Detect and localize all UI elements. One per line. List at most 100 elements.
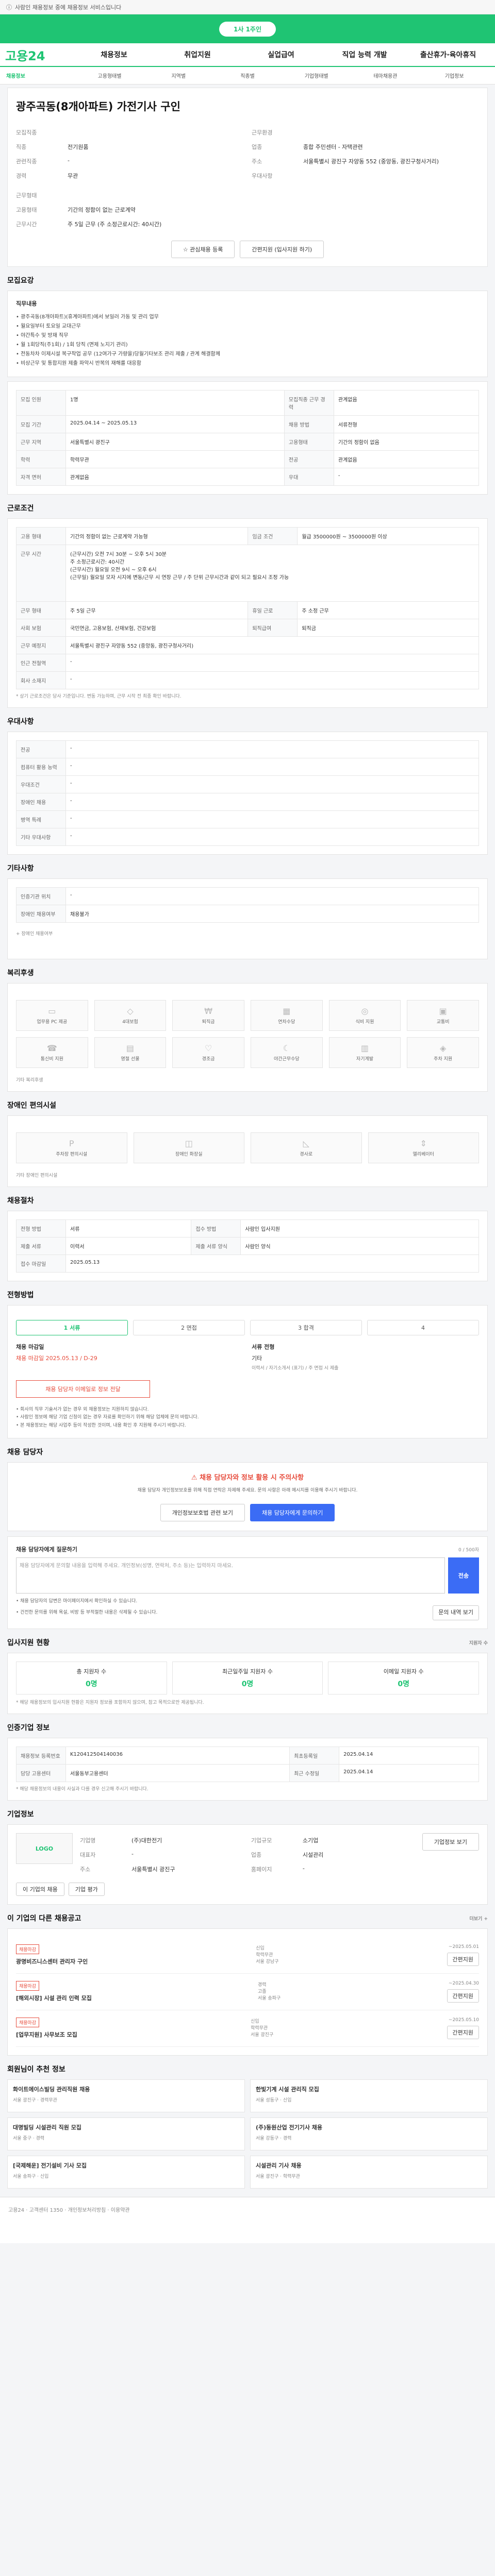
benefit-item: ▣ 교통비 (407, 1000, 479, 1031)
etc-label: 인증기관 위치 (16, 887, 66, 905)
etc-table: 인증기관 위치 - 장애인 채용여부 채용불가 (16, 887, 479, 923)
recommend-item[interactable]: 화이트에이스빌딩 관리직원 채용 서울 광진구 · 경력무관 (7, 2079, 245, 2113)
company-rep-label: 대표자 (80, 1852, 96, 1859)
cert-label: 담당 고용센터 (16, 1764, 66, 1783)
apply-button[interactable]: 간편지원 (입사지원 하기) (240, 241, 324, 258)
work-label: 근무 예정지 (16, 636, 66, 654)
status-value: 0명 (398, 1680, 409, 1689)
benefit-item: ◈ 주차 지원 (407, 1037, 479, 1068)
detail-section-title: 모집요강 (7, 277, 34, 285)
cert-card: 채용정보 등록번호 K120412504140036 최초등록일 2025.04.14… (7, 1738, 488, 1801)
recommend-title-text: (주)동원산업 전기기사 채용 (256, 2124, 323, 2131)
benefit-section-title: 복리후생 (7, 969, 34, 977)
status-value: 0명 (86, 1680, 97, 1689)
company-home-label: 홈페이지 (251, 1866, 272, 1873)
banner-pill[interactable]: 1사 1주인 (219, 21, 276, 37)
recommend-item[interactable]: 시설관리 기사 채용 서울 광진구 · 학력무관 (250, 2156, 488, 2189)
job-item-title[interactable]: [업무지원] 사무보조 모집 (16, 2030, 77, 2039)
work-hours-detail: (근무시간) 오전 7시 30분 ~ 오후 5시 30분 주 소정근로시간: 4… (65, 545, 479, 602)
sub-nav: 채용정보 고용형태별 지역별 직종별 기업형태별 테마채용관 기업정보 (0, 67, 495, 84)
work-hours-value: 주 5일 근무 (주 소정근로시간: 40시간) (68, 221, 162, 228)
history-button[interactable]: 문의 내역 보기 (433, 1605, 479, 1621)
cert-label: 최초등록일 (289, 1747, 340, 1765)
subnav-company-info[interactable]: 기업정보 (420, 72, 489, 79)
privacy-button[interactable]: 개인정보보호법 관련 보기 (160, 1504, 245, 1522)
benefit-label: 주차 지원 (434, 1057, 453, 1062)
ask-title: 채용 담당자에게 질문하기 (16, 1546, 77, 1553)
gnb-item-leave[interactable]: 출산휴가·육아휴직 (406, 49, 490, 60)
subnav-type[interactable]: 고용형태별 (75, 72, 144, 79)
job-meta: 고졸 (258, 1989, 267, 1995)
job-apply-button[interactable]: 간편지원 (447, 1953, 479, 1967)
pref-section-title: 우대사항 (7, 718, 34, 726)
money-icon: ₩ (204, 1006, 213, 1016)
job-list-item[interactable]: 채용마감 [해외시장] 시설 관리 인력 모집 경력 고졸 서울 송파구 ~2025.… (16, 1974, 479, 2011)
pref-label: 기타 우대사항 (16, 828, 66, 846)
etc-value: - (65, 887, 479, 905)
contact-section-title: 채용 담당자 (7, 1448, 43, 1456)
gnb-item-support[interactable]: 취업지원 (156, 49, 239, 60)
preference-label: 우대사항 (252, 173, 273, 179)
status-value: 0명 (241, 1680, 254, 1689)
disabled-card: P 주차장 편의시설 ◫ 장애인 화장실 ◺ 경사로 ⇕ 엘리베이터 기타 장애인 편의… (7, 1115, 488, 1187)
apply-label: 제출 서류 (16, 1237, 66, 1255)
meal-icon: ◎ (361, 1006, 369, 1016)
company-info-button[interactable]: 기업정보 보기 (422, 1833, 479, 1851)
cond-value: 서류전형 (333, 415, 480, 433)
company-jobs-link[interactable]: 이 기업의 채용 (16, 1883, 64, 1896)
recommend-item[interactable]: [국제해운] 전기설비 기사 모집 서울 송파구 · 신입 (7, 2156, 245, 2189)
heart-icon: ♡ (204, 1043, 212, 1053)
cond-label: 모집직종 근무 경력 (284, 390, 334, 416)
facility-label: 엘리베이터 (412, 1152, 434, 1157)
status-section-title: 입사지원 현황 (7, 1639, 50, 1648)
disabled-section-title: 장애인 편의시설 (7, 1101, 57, 1110)
pref-value: - (65, 793, 479, 811)
work-label: 회사 소재지 (16, 671, 66, 689)
subnav-theme[interactable]: 테마채용관 (351, 72, 420, 79)
cond-label: 학력 (16, 450, 66, 468)
subnav-job-category[interactable]: 직종별 (213, 72, 282, 79)
contact-button[interactable]: 채용 담당자에게 문의하기 (250, 1504, 335, 1522)
send-button[interactable]: 전송 (448, 1557, 479, 1594)
gnb-item-jobs[interactable]: 채용정보 (72, 49, 156, 60)
recommend-meta: 서울 강동구 · 경력 (256, 2136, 292, 2142)
job-list-item[interactable]: 채용마감 광명비즈니스센터 관리자 구인 신입 학력무관 서울 강남구 ~2025.0… (16, 1937, 479, 1974)
restroom-icon: ◫ (185, 1139, 193, 1148)
gnb-item-training[interactable]: 직업 능력 개발 (323, 49, 406, 60)
benefit-label: 퇴직금 (202, 1020, 215, 1025)
subnav-jobs[interactable]: 채용정보 (6, 72, 75, 79)
recommend-title: 회원님이 추천 정보 (7, 2065, 65, 2074)
recommend-item[interactable]: 한빛기계 시설 관리직 모집 서울 성동구 · 신입 (250, 2079, 488, 2113)
computer-icon: ▭ (48, 1006, 56, 1016)
job-item-title[interactable]: [해외시장] 시설 관리 인력 모집 (16, 1994, 92, 2002)
job-list-item[interactable]: 채용마감 [업무지원] 사무보조 모집 신입 학력무관 서울 광진구 ~2025.05… (16, 2010, 479, 2047)
warning-body: 채용 담당자 개인정보보호를 위해 직접 연락은 자제해 주세요. 문의 사항은… (137, 1487, 358, 1493)
job-meta: 신입 (251, 2019, 259, 2025)
pref-label: 우대조건 (16, 775, 66, 793)
company-review-link[interactable]: 기업 평가 (68, 1883, 105, 1896)
status-note: * 해당 채용정보의 입사지원 현황은 지원자 정보를 포함하지 않으며, 참고… (16, 1700, 204, 1706)
promo-banner[interactable]: 1사 1주인 (0, 14, 495, 43)
apply-label: 제출 서류 양식 (191, 1237, 241, 1255)
process-note: • 회사의 직무 기술서가 없는 경우 외 채용정보는 지원하지 않습니다. (16, 1407, 149, 1412)
subnav-company-type[interactable]: 기업형태별 (282, 72, 351, 79)
gnb-item-benefit[interactable]: 실업급여 (239, 49, 323, 60)
benefit-item: ₩ 퇴직금 (172, 1000, 244, 1031)
work-value: - (65, 654, 479, 672)
recommend-grid: 화이트에이스빌딩 관리직원 채용 서울 광진구 · 경력무관 한빛기계 시설 관리… (7, 2079, 488, 2189)
site-logo[interactable]: 고용24 (5, 46, 62, 64)
other-jobs-more[interactable]: 더보기 + (469, 1915, 488, 1922)
cond-value: 관계없음 (65, 468, 285, 486)
apply-table: 전형 방법 서류 접수 방법 사람인 입사지원 제출 서류 이력서 제출 서류 양식 사람인… (16, 1219, 479, 1273)
recommend-item[interactable]: (주)동원산업 전기기사 채용서울 강동구 · 경력 (250, 2117, 488, 2151)
subnav-region[interactable]: 지역별 (144, 72, 213, 79)
job-item-title[interactable]: 광명비즈니스센터 관리자 구인 (16, 1957, 88, 1965)
work-type-label: 근무형태 (16, 192, 37, 199)
job-apply-button[interactable]: 간편지원 (447, 1989, 479, 2003)
question-textarea[interactable]: 채용 담당자에게 문의할 내용을 입력해 주세요. 개인정보(성명, 연락처, … (16, 1557, 445, 1594)
job-apply-button[interactable]: 간편지원 (447, 2026, 479, 2040)
scrap-button[interactable]: ☆ 관심채용 등록 (171, 241, 235, 258)
conditions-card: 모집 인원 1명 모집직종 근무 경력 관계없음 모집 기간 2025.04.14 ~ … (7, 381, 488, 495)
recommend-item[interactable]: 대명빌딩 시설관리 직원 모집 서울 중구 · 경력 (7, 2117, 245, 2151)
status-label: 총 지원자 수 (76, 1668, 107, 1675)
